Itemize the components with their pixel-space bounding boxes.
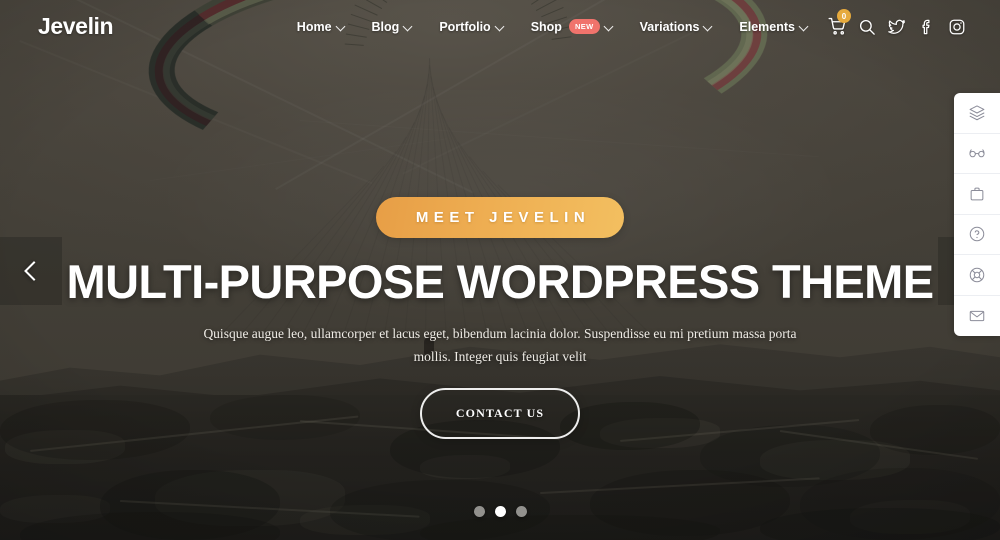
cart-count-badge: 0	[837, 9, 851, 23]
nav-item-home[interactable]: Home	[284, 0, 359, 53]
side-toolbar	[954, 93, 1000, 336]
chevron-left-icon	[24, 261, 44, 281]
nav-item-label: Home	[297, 20, 332, 34]
twitter-icon[interactable]	[882, 0, 912, 53]
chevron-down-icon	[404, 22, 413, 31]
side-toolbar-item-2[interactable]	[954, 134, 1000, 175]
nav-item-shop[interactable]: Shop NEW	[518, 0, 627, 53]
chevron-down-icon	[605, 22, 614, 31]
side-toolbar-item-4[interactable]	[954, 215, 1000, 256]
nav-items: Home Blog Portfolio Shop NEW Variations Elemen…	[284, 0, 822, 53]
glasses-icon	[968, 144, 986, 162]
side-toolbar-item-3[interactable]	[954, 174, 1000, 215]
chevron-down-icon	[800, 22, 809, 31]
facebook-icon[interactable]	[912, 0, 942, 53]
layers-icon	[968, 104, 986, 122]
slider-dot-2[interactable]	[495, 506, 506, 517]
nav-item-label: Elements	[739, 20, 795, 34]
chevron-down-icon	[704, 22, 713, 31]
cart-icon[interactable]: 0	[822, 0, 852, 53]
site-header: Jevelin Home Blog Portfolio Shop NEW Variatio…	[0, 0, 1000, 53]
side-toolbar-item-5[interactable]	[954, 255, 1000, 296]
nav-item-label: Portfolio	[439, 20, 490, 34]
nav-badge-new: NEW	[569, 19, 600, 34]
slider-pagination	[0, 506, 1000, 517]
hero-slider	[0, 0, 1000, 540]
instagram-icon[interactable]	[942, 0, 972, 53]
nav-item-label: Variations	[640, 20, 700, 34]
site-logo[interactable]: Jevelin	[38, 13, 113, 40]
chevron-down-icon	[496, 22, 505, 31]
side-toolbar-item-6[interactable]	[954, 296, 1000, 337]
hero-eyebrow-badge[interactable]: MEET JEVELIN	[376, 197, 624, 238]
slider-dot-1[interactable]	[474, 506, 485, 517]
main-navigation: Home Blog Portfolio Shop NEW Variations Elemen…	[284, 0, 1000, 53]
header-icons: 0	[822, 0, 972, 53]
envelope-icon	[968, 307, 986, 325]
lifebuoy-icon	[968, 266, 986, 284]
nav-item-blog[interactable]: Blog	[359, 0, 427, 53]
question-circle-icon	[968, 225, 986, 243]
contact-us-button[interactable]: CONTACT US	[420, 388, 580, 439]
nav-item-variations[interactable]: Variations	[627, 0, 727, 53]
slider-prev-arrow[interactable]	[0, 237, 62, 305]
nav-item-elements[interactable]: Elements	[726, 0, 822, 53]
nav-item-label: Blog	[372, 20, 400, 34]
side-toolbar-item-1[interactable]	[954, 93, 1000, 134]
chevron-down-icon	[337, 22, 346, 31]
briefcase-icon	[968, 185, 986, 203]
search-icon[interactable]	[852, 0, 882, 53]
nav-item-label: Shop	[531, 20, 562, 34]
slider-dot-3[interactable]	[516, 506, 527, 517]
nav-item-portfolio[interactable]: Portfolio	[426, 0, 517, 53]
